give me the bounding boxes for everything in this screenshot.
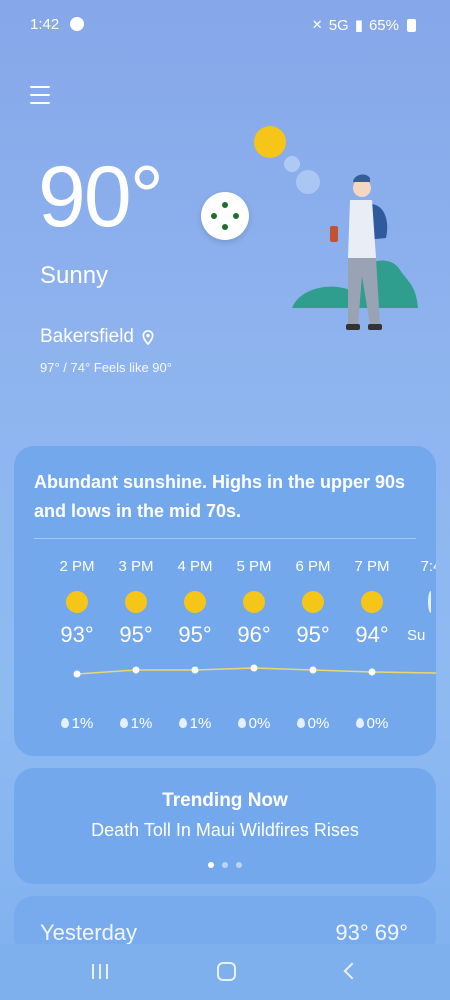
precip-value: 1% [130,715,153,732]
hour-temperature: 94° [355,622,389,647]
pager-dot[interactable] [222,862,228,868]
trend-point [368,668,376,676]
trending-title: Trending Now [162,790,288,811]
precip-chance: 0% [283,715,343,732]
sun-icon [302,591,324,613]
hour-column: 6 PM 95° [283,558,343,648]
hour-temperature: Su [407,627,426,644]
status-time: 1:42 [30,16,60,33]
sun-icon [66,591,88,613]
trend-point [132,666,140,674]
trend-point [250,664,258,672]
network-label: 5G [328,16,349,34]
raindrop-icon [178,718,187,728]
app-notification-icon [70,17,84,31]
mute-icon: ✕ [311,17,323,32]
sun-icon [243,591,265,613]
menu-icon[interactable] [30,86,50,104]
hour-time: 7 PM [354,558,390,575]
assistant-button[interactable] [201,192,249,240]
hour-temperature: 96° [237,622,271,647]
location[interactable]: Bakersfield [40,326,154,348]
yesterday-temps: 93° 69° [335,920,408,945]
precip-chance: 1% [165,715,225,732]
hour-column: 3 PM 95° [106,558,166,648]
hour-temperature: 95° [296,622,330,647]
sun-icon [428,591,434,613]
hour-column: 4 PM 95° [165,558,225,648]
assistant-dot [211,213,217,219]
sun-icon [184,591,206,613]
raindrop-icon [355,718,364,728]
battery-icon [407,18,416,32]
back-button[interactable] [343,962,361,980]
home-button[interactable] [217,962,236,981]
trend-point [309,666,317,674]
location-pin-icon [142,329,154,345]
forecast-card[interactable]: Abundant sunshine. Highs in the upper 90… [14,446,436,756]
hour-temperature: 95° [178,622,212,647]
precip-value: 0% [248,715,271,732]
assistant-dot [233,213,239,219]
status-bar: 1:42 ✕ 5G ▮ 65% [0,0,450,48]
yesterday-label: Yesterday [40,920,138,945]
precip-value: 1% [189,715,212,732]
battery-label: 65% [368,16,399,34]
hour-column: 2 PM 93° [47,558,107,648]
precip-value: 0% [307,715,330,732]
trend-point [73,670,81,678]
hour-time: 4 PM [177,558,213,575]
pager [14,862,436,868]
raindrop-icon [60,718,69,728]
raindrop-icon [119,718,128,728]
sun-icon [361,591,383,613]
precip-chance: 0% [342,715,402,732]
raindrop-icon [237,718,246,728]
status-indicators: ✕ 5G ▮ 65% [312,16,416,34]
precip-value: 1% [71,715,94,732]
hour-temperature: 93° [60,622,94,647]
hour-time: 5 PM [236,558,272,575]
pager-dot[interactable] [236,862,242,868]
hi-lo-feels-like: 97° / 74° Feels like 90° [40,360,172,375]
forecast-summary: Abundant sunshine. Highs in the upper 90… [34,472,406,521]
trending-card[interactable]: Trending Now Death Toll In Maui Wildfire… [14,768,436,884]
assistant-dot [222,202,228,208]
pager-dot[interactable] [208,862,214,868]
signal-icon: ▮ [354,17,363,34]
hour-time: 7:4 [420,558,436,575]
location-name: Bakersfield [40,326,134,347]
sun-icon [125,591,147,613]
precip-chance: 1% [47,715,107,732]
hour-time: 3 PM [118,558,154,575]
trending-headline[interactable]: Death Toll In Maui Wildfires Rises [14,820,436,841]
trend-point [191,666,199,674]
current-temperature: 90° [38,149,164,245]
precip-chance: 0% [224,715,284,732]
hour-column: 7:4 Su [401,558,436,644]
temperature-trend-line [73,664,436,678]
divider [34,538,416,539]
assistant-dot [222,224,228,230]
hour-temperature: 95° [119,622,153,647]
hour-time: 6 PM [295,558,331,575]
hour-column: 7 PM 94° [342,558,402,648]
hourly-forecast[interactable]: 2 PM 93° 1% 3 PM 95° 1% 4 PM 95° 1% 5 PM 96° 0% 6 PM… [14,558,436,748]
recent-apps-button[interactable] [92,964,108,979]
weather-illustration [254,126,418,330]
weather-condition: Sunny [40,262,109,289]
hour-column: 5 PM 96° [224,558,284,648]
navigation-bar [0,944,450,1000]
precip-chance: 1% [106,715,166,732]
hour-time: 2 PM [59,558,95,575]
raindrop-icon [296,718,305,728]
precip-value: 0% [366,715,389,732]
